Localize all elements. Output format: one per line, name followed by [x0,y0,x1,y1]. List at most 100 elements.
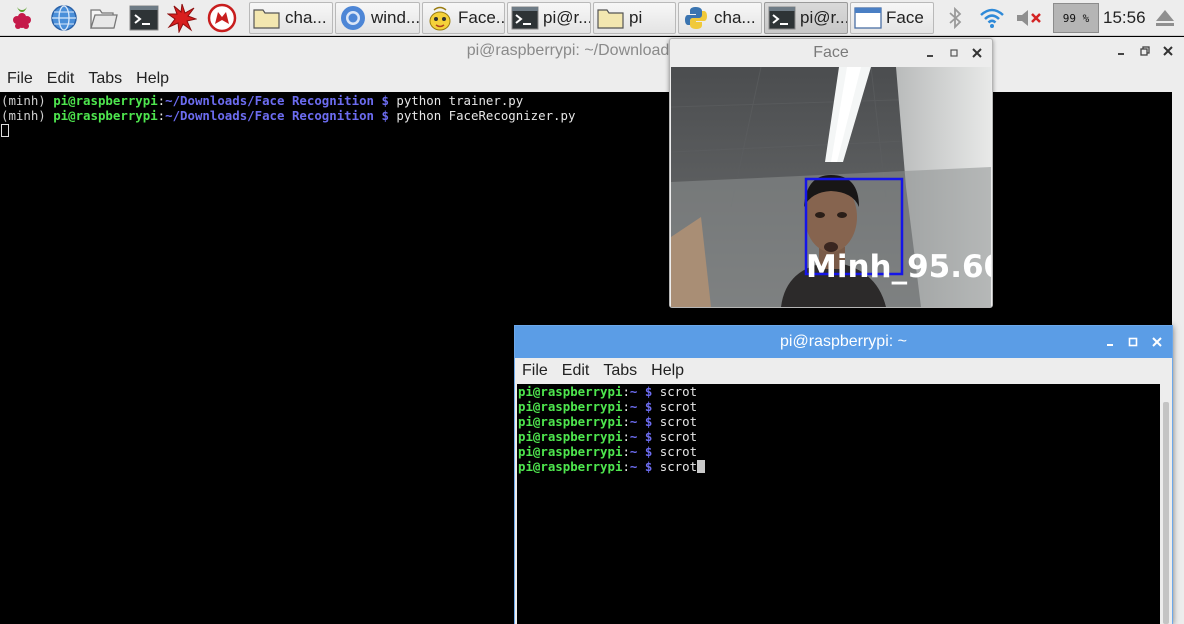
window-icon [854,5,882,31]
face-app-icon [426,5,454,31]
virtualenv-name: (minh) [1,93,54,108]
wolfram-icon[interactable] [207,3,237,33]
restore-icon[interactable] [1137,43,1153,59]
prompt-userhost: pi@raspberrypi [518,414,623,429]
clock[interactable]: 15:56 [1103,8,1146,28]
prompt-separator: : [622,384,630,399]
python-icon [682,5,710,31]
camera-image: Minh_95.602 [671,67,991,307]
mathematica-icon[interactable] [167,3,197,33]
terminal-icon [511,5,539,31]
active-terminal-scrollbar[interactable] [1160,384,1172,624]
prompt-userhost: pi@raspberrypi [518,459,623,474]
terminal-icon [768,5,796,31]
maximize-icon[interactable] [946,45,962,61]
active-terminal-window: pi@raspberrypi: ~ File Edit Tabs Help pi… [514,325,1173,624]
volume-muted-icon[interactable] [1014,4,1044,32]
taskbar-item-label: Face... [458,8,504,27]
chromium-icon [339,5,367,31]
terminal-line: pi@raspberrypi:~ $ scrot [518,444,1160,459]
taskbar-item[interactable]: cha... [249,2,333,34]
terminal-line: pi@raspberrypi:~ $ scrot [518,414,1160,429]
taskbar-item-label: Face [886,8,924,27]
taskbar-panel: cha... wind... Face... pi@r... pi cha... [0,0,1184,36]
taskbar-item[interactable]: wind... [335,2,420,34]
prompt-userhost: pi@raspberrypi [518,429,623,444]
folder-icon [253,5,281,31]
prompt-separator: : [622,444,630,459]
menu-help[interactable]: Help [644,362,691,380]
prompt-symbol: $ [637,444,660,459]
menu-help[interactable]: Help [129,70,176,88]
close-icon[interactable] [1160,43,1176,59]
raspberry-menu-icon[interactable] [7,3,37,33]
active-terminal-titlebar[interactable]: pi@raspberrypi: ~ [515,326,1172,358]
face-window-titlebar[interactable]: Face [670,39,992,67]
minimize-icon[interactable] [1113,43,1129,59]
main-terminal-titlebar[interactable]: pi@raspberrypi: ~/Downloads/Face [0,37,1184,65]
menu-edit[interactable]: Edit [555,362,597,380]
terminal-line: pi@raspberrypi:~ $ scrot [518,399,1160,414]
prompt-separator: : [622,399,630,414]
maximize-icon[interactable] [1125,334,1141,350]
window-title: pi@raspberrypi: ~ [780,333,907,350]
taskbar-item[interactable]: Face... [422,2,505,34]
menu-file[interactable]: File [0,70,40,88]
taskbar-item[interactable]: cha... [678,2,762,34]
active-terminal-output[interactable]: pi@raspberrypi:~ $ scrot pi@raspberrypi:… [517,384,1160,624]
command-text: scrot [659,459,698,474]
prompt-userhost: pi@raspberrypi [518,384,623,399]
terminal-line: pi@raspberrypi:~ $ scrot [518,384,1160,399]
command-text: scrot [659,429,698,444]
minimize-icon[interactable] [1102,334,1118,350]
web-browser-icon[interactable] [49,3,79,33]
terminal-line [1,123,1172,138]
prompt-separator: : [157,108,166,123]
taskbar-item[interactable]: pi@r... [507,2,591,34]
close-icon[interactable] [1149,334,1165,350]
prompt-separator: : [622,429,630,444]
window-title: Face [813,44,849,61]
taskbar-item-label: pi@r... [800,8,847,27]
terminal-line: pi@raspberrypi:~ $ scrot [518,429,1160,444]
taskbar-item[interactable]: Face [850,2,934,34]
main-terminal-scrollbar[interactable] [1172,92,1184,624]
menu-tabs[interactable]: Tabs [596,362,644,380]
terminal-icon[interactable] [129,3,159,33]
file-manager-icon[interactable] [89,3,119,33]
terminal-line: pi@raspberrypi:~ $ scrot [518,459,1160,474]
prompt-separator: : [622,459,630,474]
menu-tabs[interactable]: Tabs [81,70,129,88]
taskbar-item-label: cha... [285,8,327,27]
taskbar-item-label: wind... [371,8,419,27]
bluetooth-icon[interactable] [944,4,966,32]
prompt-symbol: $ [637,399,660,414]
cpu-monitor: 99 % [1053,3,1099,33]
taskbar-item[interactable]: pi@r... [764,2,848,34]
taskbar-item[interactable]: pi [593,2,676,34]
prompt-userhost: pi@raspberrypi [53,108,158,123]
minimize-icon[interactable] [922,45,938,61]
close-icon[interactable] [969,45,985,61]
command-text: scrot [659,399,698,414]
command-text: scrot [659,384,698,399]
prompt-path: ~/Downloads/Face Recognition [165,93,374,108]
prompt-symbol: $ [637,414,660,429]
face-window: Face Minh_95.6 [669,38,993,308]
prompt-userhost: pi@raspberrypi [53,93,158,108]
prompt-separator: : [157,93,166,108]
taskbar-item-label: pi [629,8,643,27]
menu-edit[interactable]: Edit [40,70,82,88]
command-text: scrot [659,444,698,459]
command-text: python trainer.py [396,93,524,108]
menu-file[interactable]: File [515,362,555,380]
prompt-symbol: $ [374,108,397,123]
main-terminal-menubar: File Edit Tabs Help [0,65,1184,92]
face-detection-label: Minh_95.602 [806,249,991,285]
cpu-usage: 99 % [1062,11,1090,25]
wifi-icon[interactable] [978,4,1006,32]
prompt-symbol: $ [637,384,660,399]
command-text: python FaceRecognizer.py [396,108,576,123]
command-text: scrot [659,414,698,429]
eject-icon[interactable] [1153,4,1177,32]
